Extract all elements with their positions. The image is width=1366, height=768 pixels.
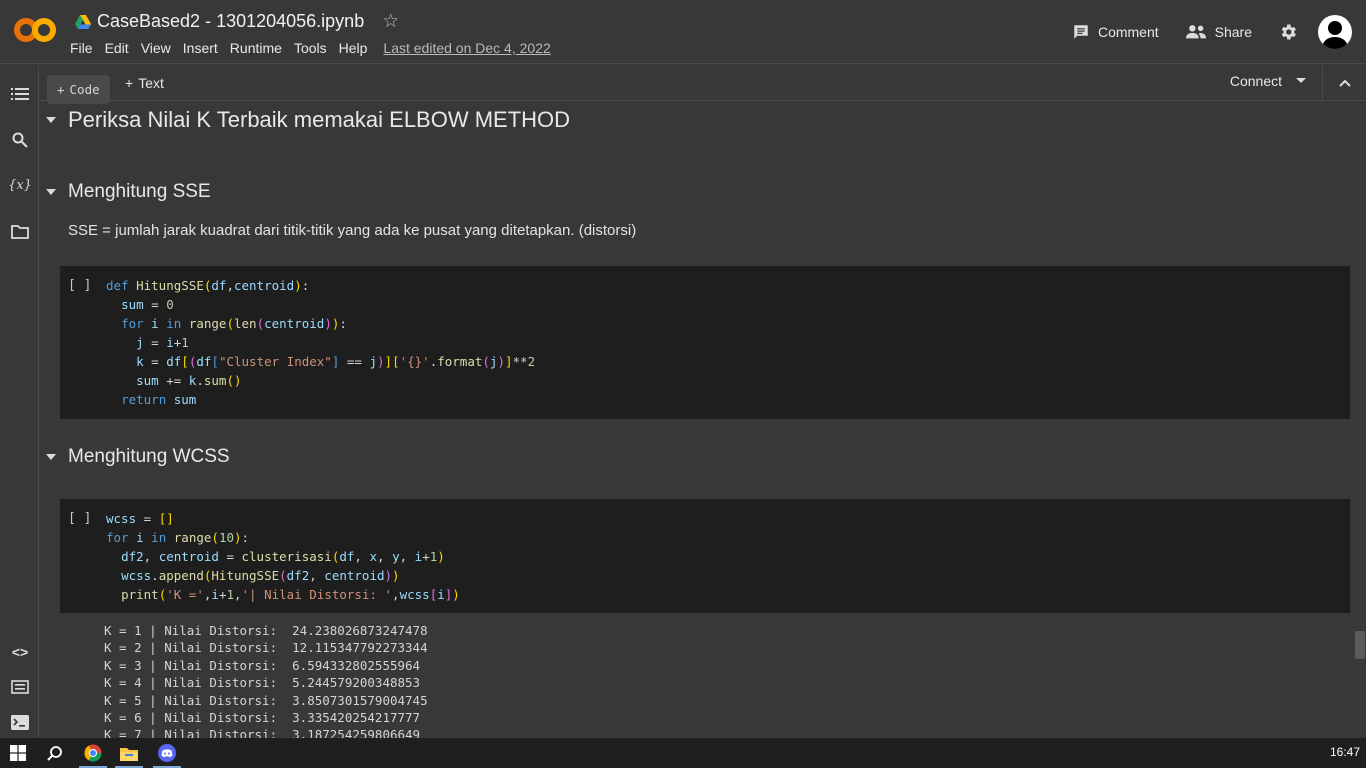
terminal-icon[interactable] [10, 712, 30, 732]
clock[interactable]: 16:47 [1330, 745, 1360, 759]
code-editor[interactable]: def HitungSSE(df,centroid): sum = 0 for … [106, 276, 535, 409]
menu-view[interactable]: View [141, 40, 178, 56]
header-actions: Comment Share [1072, 14, 1352, 50]
add-text-label: Text [138, 74, 164, 91]
code-cell[interactable]: [ ] def HitungSSE(df,centroid): sum = 0 … [60, 266, 1350, 419]
share-button[interactable]: Share [1185, 24, 1252, 40]
menu-runtime[interactable]: Runtime [230, 40, 289, 56]
app-header: CaseBased2 - 1301204056.ipynb ☆ File Edi… [0, 0, 1366, 64]
chevron-up-icon [1338, 79, 1351, 87]
gear-icon[interactable] [1278, 22, 1298, 42]
notebook-content: Periksa Nilai K Terbaik memakai ELBOW ME… [40, 101, 1366, 738]
sse-description: SSE = jumlah jarak kuadrat dari titik-ti… [68, 222, 637, 239]
code-cell[interactable]: [ ] wcss = [] for i in range(10): df2, c… [60, 499, 1350, 613]
search-taskbar-icon[interactable] [37, 738, 73, 768]
section-collapse-arrow-icon[interactable] [45, 188, 57, 196]
scrollbar-thumb[interactable] [1355, 631, 1365, 659]
output-line: K = 6 | Nilai Distorsi: 3.33542025421777… [104, 710, 421, 726]
output-line: K = 2 | Nilai Distorsi: 12.1153477922733… [104, 640, 428, 656]
heading-wcss: Menghitung WCSS [68, 446, 230, 467]
discord-icon[interactable] [149, 738, 185, 768]
chevron-down-icon[interactable] [1296, 78, 1306, 84]
menu-edit[interactable]: Edit [105, 40, 136, 56]
variables-icon[interactable]: {x} [8, 175, 32, 195]
title-row: CaseBased2 - 1301204056.ipynb ☆ [75, 10, 399, 33]
menu-insert[interactable]: Insert [183, 40, 225, 56]
colab-logo-icon[interactable] [14, 14, 56, 46]
run-cell-button[interactable]: [ ] [68, 511, 91, 526]
plus-icon: + [125, 74, 134, 91]
code-editor[interactable]: wcss = [] for i in range(10): df2, centr… [106, 509, 460, 604]
drive-icon[interactable] [75, 14, 91, 29]
cell-output: K = 1 | Nilai Distorsi: 24.2380268732474… [104, 622, 428, 738]
output-line: K = 3 | Nilai Distorsi: 6.59433280255596… [104, 657, 421, 673]
section-collapse-arrow-icon[interactable] [45, 116, 57, 124]
output-line: K = 5 | Nilai Distorsi: 3.85073015790047… [104, 692, 428, 708]
command-palette-icon[interactable] [10, 677, 30, 697]
left-rail: {x} <> [0, 65, 39, 738]
folder-icon[interactable] [10, 222, 30, 242]
windows-start-icon[interactable] [0, 738, 36, 768]
connect-label: Connect [1229, 73, 1282, 89]
comment-icon [1074, 25, 1088, 39]
notebook-title[interactable]: CaseBased2 - 1301204056.ipynb [97, 11, 364, 32]
code-snippets-icon[interactable]: <> [10, 642, 30, 662]
add-code-button[interactable]: + Code [47, 75, 110, 104]
add-text-button[interactable]: + Text [115, 68, 174, 97]
run-cell-button[interactable]: [ ] [68, 278, 91, 293]
plus-icon: + [57, 82, 65, 97]
output-line: K = 4 | Nilai Distorsi: 5.24457920034885… [104, 675, 421, 691]
search-icon[interactable] [10, 130, 30, 150]
heading-sse: Menghitung SSE [68, 181, 211, 202]
last-edited-link[interactable]: Last edited on Dec 4, 2022 [383, 40, 550, 56]
chrome-icon[interactable] [75, 738, 111, 768]
share-people-icon [1185, 25, 1206, 39]
comment-label: Comment [1097, 24, 1159, 40]
menu-help[interactable]: Help [339, 40, 375, 56]
collapse-header-button[interactable] [1322, 65, 1366, 101]
output-line: K = 7 | Nilai Distorsi: 3.18725425980664… [104, 727, 421, 738]
taskbar: 16:47 [0, 738, 1366, 768]
menu-tools[interactable]: Tools [294, 40, 334, 56]
toc-icon[interactable] [10, 84, 30, 104]
comment-button[interactable]: Comment [1072, 23, 1159, 41]
file-explorer-icon[interactable] [111, 738, 147, 768]
heading-elbow-method: Periksa Nilai K Terbaik memakai ELBOW ME… [68, 107, 571, 132]
section-collapse-arrow-icon[interactable] [45, 453, 57, 461]
avatar[interactable] [1318, 15, 1352, 49]
notebook-toolbar: + Code + Text Connect [40, 65, 1366, 104]
share-label: Share [1214, 24, 1252, 40]
star-icon[interactable]: ☆ [382, 10, 399, 33]
menu-bar: File Edit View Insert Runtime Tools Help… [70, 40, 551, 56]
output-line: K = 1 | Nilai Distorsi: 24.2380268732474… [104, 623, 428, 638]
connect-button[interactable]: Connect [1230, 73, 1306, 89]
add-code-label: Code [69, 82, 100, 97]
menu-file[interactable]: File [70, 40, 100, 56]
